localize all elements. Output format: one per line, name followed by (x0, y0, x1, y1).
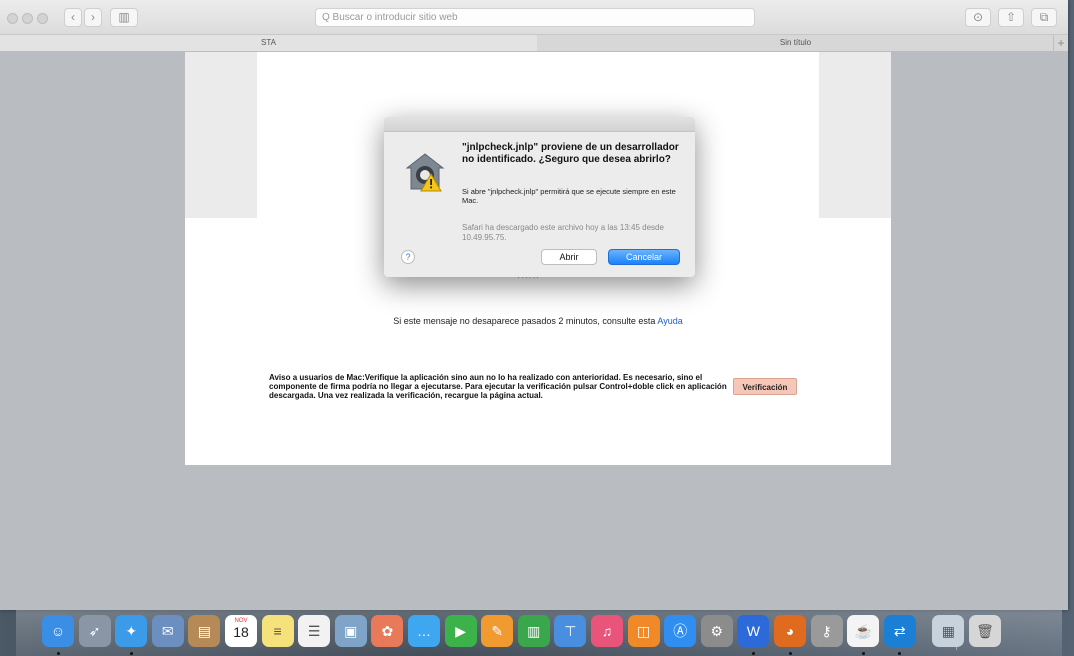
messages-icon[interactable]: … (408, 615, 440, 647)
cancel-button[interactable]: Cancelar (608, 249, 680, 265)
minimize-window-button[interactable] (22, 13, 33, 24)
tab-sta[interactable]: STA (0, 35, 537, 51)
tab-sin-titulo[interactable]: Sin título (538, 35, 1053, 51)
mail-icon[interactable]: ✉ (151, 615, 184, 647)
browser-toolbar: ‹ › ▥ Q Buscar o introducir sitio web ⊙ … (0, 0, 1068, 35)
firefox-icon[interactable]: ◕ (774, 615, 806, 647)
right-grey-panel (819, 52, 891, 218)
teamviewer-icon[interactable]: ⇄ (883, 615, 916, 647)
sidebar-icon: ▥ (118, 10, 130, 24)
photos-icon[interactable]: ✿ (371, 615, 404, 647)
question-icon: ? (405, 252, 411, 262)
tabs-overview-icon: ⧉ (1039, 10, 1049, 24)
word-icon[interactable]: W (737, 615, 770, 647)
gatekeeper-dialog: "jnlpcheck.jnlp" proviene de un desarrol… (384, 117, 695, 277)
keychain-icon[interactable]: ⚷ (810, 615, 843, 647)
dock: ☺ ➶ ✦ ✉ ▤ NOV 18 ≡ ☰ ▣ ✿… ▶ ✎ ▥ ⊤ ♫ ◫ Ⓐ ⚙ W ◕ ⚷ ☕ ⇄ ▦ 🗑 (16, 610, 1062, 656)
reminders-icon[interactable]: ☰ (298, 615, 331, 647)
dialog-download-info: Safari ha descargado este archivo hoy a … (462, 223, 664, 242)
forward-button[interactable]: › (84, 8, 102, 27)
close-window-button[interactable] (7, 13, 18, 24)
running-indicator (751, 652, 755, 655)
dialog-titlebar (384, 117, 695, 132)
keynote-icon[interactable]: ⊤ (554, 615, 587, 647)
zoom-window-button[interactable] (37, 13, 48, 24)
new-tab-toolbar-button[interactable]: ⧉ (1031, 8, 1057, 27)
safari-icon[interactable]: ✦ (115, 615, 148, 647)
loading-message-text: Si este mensaje no desaparece pasados 2 … (393, 316, 656, 326)
tab-label: Sin título (779, 38, 812, 47)
share-button[interactable]: ⇧ (998, 8, 1024, 27)
loading-message: Si este mensaje no desaparece pasados 2 … (185, 316, 891, 326)
chevron-left-icon: ‹ (71, 10, 75, 24)
sidebar-button[interactable]: ▥ (110, 8, 138, 27)
numbers-icon[interactable]: ▥ (517, 615, 550, 647)
downloads-stack-icon[interactable]: ▦ (932, 615, 965, 647)
calendar-day: 18 (233, 624, 249, 640)
help-button[interactable]: ? (401, 250, 415, 264)
ibooks-icon[interactable]: ◫ (627, 615, 660, 647)
back-button[interactable]: ‹ (64, 8, 82, 27)
dialog-body-text: Si abre "jnlpcheck.jnlp" permitirá que s… (462, 187, 676, 205)
address-placeholder: Q Buscar o introducir sitio web (322, 12, 458, 23)
trash-icon[interactable]: 🗑 (969, 615, 1001, 647)
itunes-icon[interactable]: ♫ (591, 615, 623, 647)
plus-icon: + (1057, 36, 1065, 50)
running-indicator (898, 652, 902, 655)
tab-bar: STA Sin título + (0, 35, 1068, 52)
system-preferences-icon[interactable]: ⚙ (700, 615, 733, 647)
downloads-icon: ⊙ (972, 10, 984, 24)
gatekeeper-house-warning-icon (405, 153, 445, 192)
facetime-icon[interactable]: ▶ (444, 615, 477, 647)
verification-button[interactable]: Verificación (733, 378, 797, 395)
finder-icon[interactable]: ☺ (42, 615, 74, 647)
notes-icon[interactable]: ≡ (261, 615, 294, 647)
running-indicator (861, 652, 865, 655)
running-indicator (56, 652, 60, 655)
pages-icon[interactable]: ✎ (481, 615, 514, 647)
launchpad-icon[interactable]: ➶ (78, 615, 111, 647)
preview-icon[interactable]: ▣ (334, 615, 367, 647)
mac-users-notice: Aviso a usuarios de Mac:Verifique la apl… (269, 373, 727, 400)
chevron-right-icon: › (91, 10, 95, 24)
dialog-title: "jnlpcheck.jnlp" proviene de un desarrol… (462, 142, 679, 165)
help-link[interactable]: Ayuda (657, 316, 682, 326)
open-button[interactable]: Abrir (541, 249, 597, 265)
app-store-icon[interactable]: Ⓐ (664, 615, 697, 647)
running-indicator (788, 652, 792, 655)
running-indicator (129, 652, 133, 655)
share-icon: ⇧ (1005, 10, 1017, 24)
java-icon[interactable]: ☕ (847, 615, 880, 647)
downloads-button[interactable]: ⊙ (965, 8, 991, 27)
contacts-icon[interactable]: ▤ (188, 615, 221, 647)
calendar-icon[interactable]: NOV 18 (225, 615, 257, 647)
new-tab-button[interactable]: + (1053, 35, 1068, 51)
safari-window: ‹ › ▥ Q Buscar o introducir sitio web ⊙ … (0, 0, 1068, 610)
left-grey-panel (185, 52, 257, 218)
tab-label: STA (261, 38, 276, 47)
address-bar[interactable]: Q Buscar o introducir sitio web (315, 8, 755, 27)
